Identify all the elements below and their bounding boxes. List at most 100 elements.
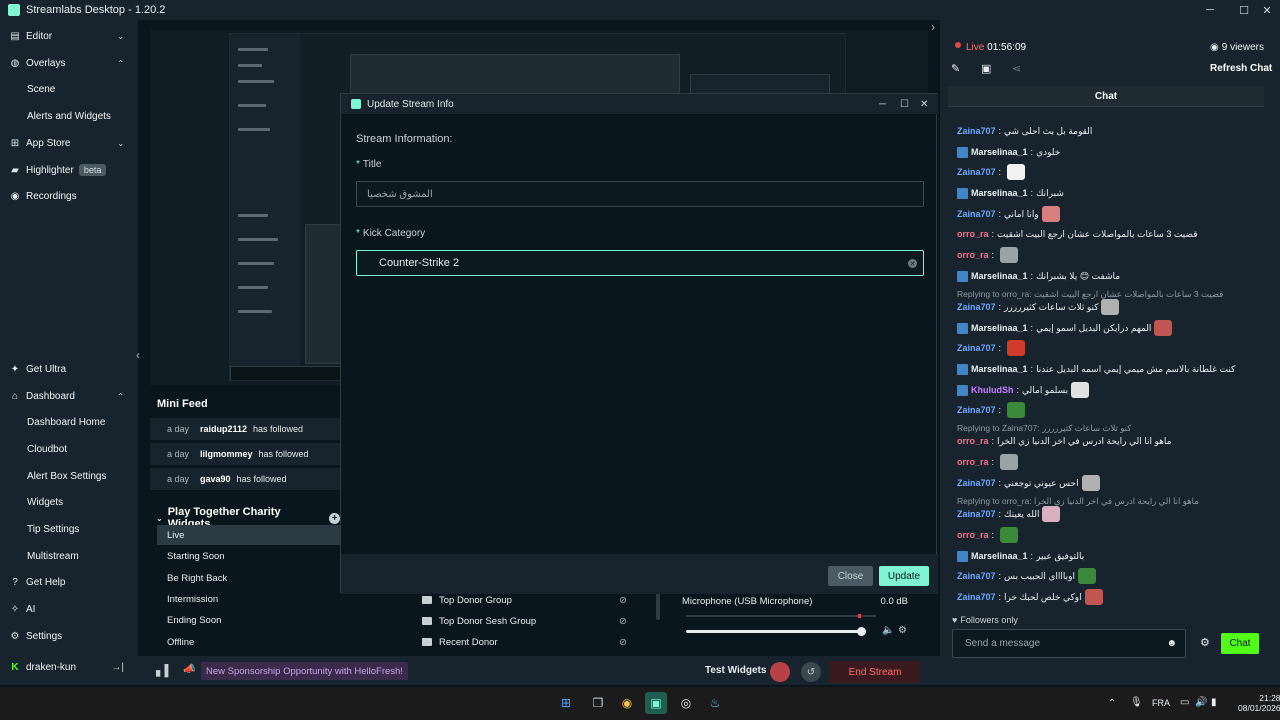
windows-start-icon[interactable]: ⊞ xyxy=(555,692,577,714)
scene-item-ending-soon[interactable]: Ending Soon xyxy=(157,610,340,630)
sources-scrollbar[interactable] xyxy=(656,590,660,620)
dialog-minimize-button[interactable]: ─ xyxy=(879,99,886,110)
update-button[interactable]: Update xyxy=(879,566,929,586)
sidebar-item-widgets[interactable]: Widgets xyxy=(0,490,138,514)
chat-input[interactable]: Send a message ☻ xyxy=(952,629,1186,658)
send-chat-button[interactable]: Chat xyxy=(1221,633,1259,654)
tag-icon[interactable]: ▣ xyxy=(981,62,991,75)
chat-username[interactable]: Zaina707 xyxy=(957,343,996,353)
sidebar-item-account[interactable]: Kdraken-kun →| xyxy=(0,655,138,679)
chat-username[interactable]: Zaina707 xyxy=(957,209,996,219)
close-window-button[interactable]: ✕ xyxy=(1253,0,1280,20)
dialog-title: Update Stream Info xyxy=(367,98,454,110)
chat-username[interactable]: Marselinaa_1 xyxy=(971,364,1028,374)
chat-username[interactable]: Zaina707 xyxy=(957,126,996,136)
sidebar-item-app-store[interactable]: ⊞ App Store ⌄ xyxy=(0,131,138,155)
steam-icon[interactable]: ♨ xyxy=(704,692,726,714)
chat-username[interactable]: KhuludSh xyxy=(971,385,1014,395)
edit-stream-icon[interactable]: ✎ xyxy=(951,62,960,75)
sidebar-item-overlays[interactable]: ◍ Overlays ⌃ xyxy=(0,51,138,75)
streamlabs-taskbar-icon[interactable]: ▣ xyxy=(645,692,667,714)
scene-item-intermission[interactable]: Intermission xyxy=(157,589,340,609)
dialog-maximize-button[interactable]: ☐ xyxy=(900,99,909,110)
source-item[interactable]: Top Donor Sesh Group ⊘ xyxy=(415,611,655,631)
volume-slider[interactable] xyxy=(686,627,866,636)
microphone-icon[interactable]: 🎙 xyxy=(1130,697,1143,708)
share-icon[interactable]: ⋖ xyxy=(1012,62,1021,75)
chat-username[interactable]: Zaina707 xyxy=(957,592,996,602)
speaker-icon[interactable]: 🔈 xyxy=(882,625,894,636)
chat-username[interactable]: orro_ra xyxy=(957,229,989,239)
dialog-close-icon[interactable]: ✕ xyxy=(920,99,928,110)
chat-username[interactable]: Zaina707 xyxy=(957,509,996,519)
chat-username[interactable]: orro_ra xyxy=(957,436,989,446)
sidebar-item-get-help[interactable]: ? Get Help xyxy=(0,570,138,594)
replay-icon[interactable]: ↺ xyxy=(801,662,821,682)
sidebar-item-highlighter[interactable]: ▰ Highlighter beta xyxy=(0,158,138,182)
sidebar-item-scene[interactable]: Scene xyxy=(0,77,138,101)
end-stream-button[interactable]: End Stream xyxy=(830,661,920,683)
sidebar-item-get-ultra[interactable]: ✦ Get Ultra xyxy=(0,357,138,381)
chat-username[interactable]: orro_ra xyxy=(957,530,989,540)
chat-username[interactable]: orro_ra xyxy=(957,457,989,467)
sidebar-item-recordings[interactable]: ◉ Recordings xyxy=(0,184,138,208)
logout-icon[interactable]: →| xyxy=(111,662,124,673)
hidden-eye-icon[interactable]: ⊘ xyxy=(619,616,627,627)
chat-username[interactable]: Zaina707 xyxy=(957,302,996,312)
category-select[interactable]: Counter-Strike 2 ✕ xyxy=(356,250,924,276)
sidebar-item-ai[interactable]: ✧ AI xyxy=(0,597,138,621)
obs-icon[interactable]: ◎ xyxy=(675,692,697,714)
close-button[interactable]: Close xyxy=(828,566,873,586)
clock[interactable]: 21:28 08/01/2026 xyxy=(1238,693,1280,713)
chat-username[interactable]: Marselinaa_1 xyxy=(971,147,1028,157)
hidden-eye-icon[interactable]: ⊘ xyxy=(619,595,627,606)
source-item[interactable]: Recent Donor ⊘ xyxy=(415,632,655,652)
chat-username[interactable]: Zaina707 xyxy=(957,571,996,581)
sidebar-item-dashboard[interactable]: ⌂ Dashboard ⌃ xyxy=(0,384,138,408)
sponsorship-banner[interactable]: New Sponsorship Opportunity with HelloFr… xyxy=(201,662,408,680)
volume-knob[interactable] xyxy=(856,627,866,636)
sidebar-item-dashboard-home[interactable]: Dashboard Home xyxy=(0,410,138,434)
sidebar-item-alerts-and-widgets[interactable]: Alerts and Widgets xyxy=(0,104,138,128)
sidebar-item-settings[interactable]: ⚙ Settings xyxy=(0,624,138,648)
chat-username[interactable]: Marselinaa_1 xyxy=(971,271,1028,281)
chat-settings-gear-icon[interactable]: ⚙ xyxy=(1200,636,1210,649)
tray-chevron-icon[interactable]: ⌃ xyxy=(1108,698,1116,709)
scene-item-offline[interactable]: Offline xyxy=(157,632,340,652)
hidden-eye-icon[interactable]: ⊘ xyxy=(619,637,627,648)
announcement-icon[interactable]: 📣 xyxy=(183,664,195,675)
minimize-button[interactable]: ─ xyxy=(1196,0,1224,20)
collapse-sidebar-icon[interactable]: ‹ xyxy=(136,348,140,362)
scene-item-starting-soon[interactable]: Starting Soon xyxy=(157,546,340,566)
record-button[interactable] xyxy=(770,662,790,682)
chat-username[interactable]: Zaina707 xyxy=(957,405,996,415)
sidebar-item-tip-settings[interactable]: Tip Settings xyxy=(0,517,138,541)
language-indicator[interactable]: FRA xyxy=(1152,698,1170,708)
sidebar-item-editor[interactable]: ▤ Editor ⌄ xyxy=(0,24,138,48)
gear-icon[interactable]: ⚙ xyxy=(898,625,907,636)
chat-username[interactable]: Marselinaa_1 xyxy=(971,551,1028,561)
expand-panel-icon[interactable]: › xyxy=(931,20,935,34)
task-view-icon[interactable]: ❐ xyxy=(587,692,609,714)
chat-username[interactable]: Marselinaa_1 xyxy=(971,188,1028,198)
battery-icon[interactable]: ▮ xyxy=(1211,697,1217,708)
scene-item-be-right-back[interactable]: Be Right Back xyxy=(157,568,340,588)
sidebar-item-alert-box-settings[interactable]: Alert Box Settings xyxy=(0,464,138,488)
chat-username[interactable]: Marselinaa_1 xyxy=(971,323,1028,333)
chat-username[interactable]: orro_ra xyxy=(957,250,989,260)
feed-action: has followed xyxy=(253,424,304,434)
network-icon[interactable]: ▭ xyxy=(1180,697,1189,708)
test-widgets-label[interactable]: Test Widgets xyxy=(705,665,766,676)
chat-username[interactable]: Zaina707 xyxy=(957,167,996,177)
chat-username[interactable]: Zaina707 xyxy=(957,478,996,488)
refresh-chat-button[interactable]: Refresh Chat xyxy=(1210,63,1272,74)
sidebar-item-cloudbot[interactable]: Cloudbot xyxy=(0,437,138,461)
title-input[interactable]: المشوق شخصيا xyxy=(356,181,924,207)
scene-item-live[interactable]: Live xyxy=(157,525,340,545)
stats-icon[interactable]: ▖▌ xyxy=(156,664,172,677)
add-scene-button[interactable]: + xyxy=(329,512,340,524)
volume-icon[interactable]: 🔊 xyxy=(1195,697,1207,708)
clear-icon[interactable]: ✕ xyxy=(908,259,917,268)
chrome-icon[interactable]: ◉ xyxy=(616,692,638,714)
sidebar-item-multistream[interactable]: Multistream xyxy=(0,544,138,568)
